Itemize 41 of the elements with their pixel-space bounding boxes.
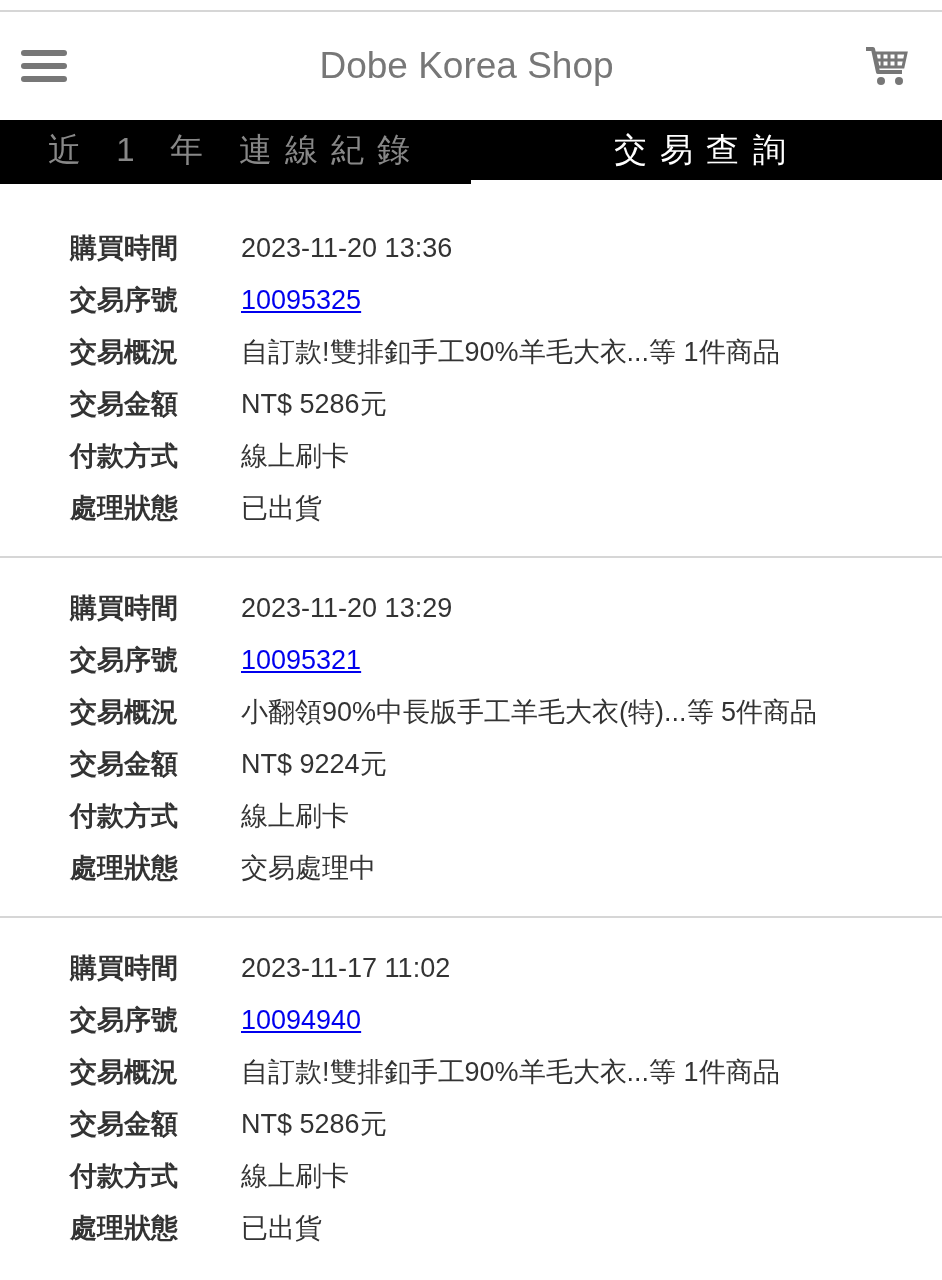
field-label: 交易概況 — [70, 696, 179, 729]
tab[interactable]: 交易查詢 — [471, 120, 942, 184]
field-value: 自訂款!雙排釦手工90%羊毛大衣...等 1件商品 — [241, 1056, 780, 1089]
field-label: 交易金額 — [70, 388, 179, 421]
tab[interactable]: 近 1 年 連線紀錄 — [0, 120, 471, 184]
field-value: 線上刷卡 — [241, 800, 349, 833]
order-number-link[interactable]: 10094940 — [241, 1004, 362, 1036]
field-value: NT$ 9224元 — [241, 748, 387, 781]
field-label: 交易序號 — [70, 644, 179, 677]
menu-icon[interactable] — [21, 50, 67, 82]
field-value: 2023-11-20 13:29 — [241, 592, 453, 624]
field-value: 交易處理中 — [241, 852, 376, 885]
field-value: 已出貨 — [241, 492, 322, 525]
field-value: 已出貨 — [241, 1212, 322, 1245]
field-value: 自訂款!雙排釦手工90%羊毛大衣...等 1件商品 — [241, 336, 780, 369]
cart-icon[interactable] — [866, 46, 908, 86]
field-label: 購買時間 — [70, 592, 179, 625]
field-value: 線上刷卡 — [241, 440, 349, 473]
shop-title: Dobe Korea Shop — [319, 45, 614, 87]
order-number-link[interactable]: 10095321 — [241, 644, 362, 676]
field-label: 交易金額 — [70, 1108, 179, 1141]
field-label: 付款方式 — [70, 800, 179, 833]
field-value: 小翻領90%中長版手工羊毛大衣(特)...等 5件商品 — [241, 696, 818, 729]
field-label: 購買時間 — [70, 232, 179, 265]
field-value: 2023-11-17 11:02 — [241, 952, 451, 984]
field-label: 購買時間 — [70, 952, 179, 985]
field-value: NT$ 5286元 — [241, 388, 387, 421]
field-label: 交易序號 — [70, 284, 179, 317]
field-label: 交易概況 — [70, 1056, 179, 1089]
order-number-link[interactable]: 10095325 — [241, 284, 362, 316]
field-label: 交易概況 — [70, 336, 179, 369]
field-label: 付款方式 — [70, 1160, 179, 1193]
field-label: 付款方式 — [70, 440, 179, 473]
field-label: 處理狀態 — [70, 852, 179, 885]
field-label: 交易序號 — [70, 1004, 179, 1037]
field-label: 處理狀態 — [70, 492, 179, 525]
field-value: NT$ 5286元 — [241, 1108, 387, 1141]
field-label: 交易金額 — [70, 748, 179, 781]
field-value: 2023-11-20 13:36 — [241, 232, 453, 264]
field-label: 處理狀態 — [70, 1212, 179, 1245]
field-value: 線上刷卡 — [241, 1160, 349, 1193]
